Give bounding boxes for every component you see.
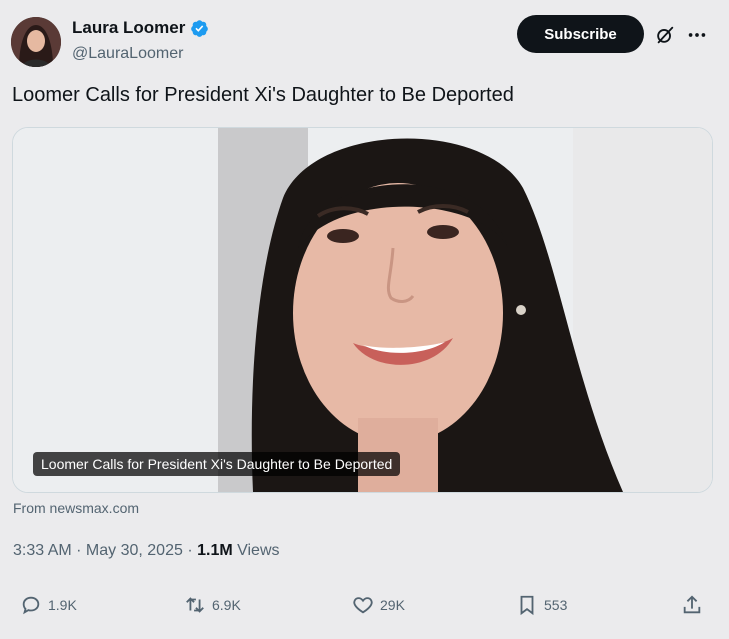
repost-button[interactable]: 6.9K [184, 594, 241, 616]
repost-count: 6.9K [212, 597, 241, 613]
author-name[interactable]: Laura Loomer [72, 18, 185, 38]
meta-separator: · [71, 542, 86, 559]
like-count: 29K [380, 597, 405, 613]
verified-badge-icon [191, 19, 209, 37]
views-count[interactable]: 1.1M [197, 542, 233, 559]
meta-separator: · [182, 542, 198, 559]
bookmark-button[interactable]: 553 [516, 594, 567, 616]
link-card-media[interactable]: Loomer Calls for President Xi's Daughter… [12, 127, 713, 493]
post-text: Loomer Calls for President Xi's Daughter… [12, 84, 514, 106]
like-button[interactable]: 29K [352, 594, 405, 616]
author-name-row[interactable]: Laura Loomer [72, 18, 209, 38]
post-time[interactable]: 3:33 AM [13, 542, 72, 559]
grok-icon[interactable] [654, 24, 676, 46]
heart-icon [353, 597, 373, 614]
post-card: Laura Loomer @LauraLoomer Subscribe Loom… [0, 0, 729, 639]
subscribe-button[interactable]: Subscribe [517, 15, 644, 53]
action-bar: 1.9K 6.9K 29K 553 [0, 594, 729, 624]
views-label: Views [232, 542, 280, 559]
share-icon [683, 595, 701, 614]
bookmark-icon [520, 595, 534, 616]
avatar[interactable] [11, 17, 61, 67]
post-date[interactable]: May 30, 2025 [86, 542, 183, 559]
bookmark-count: 553 [544, 597, 568, 613]
article-photo [13, 128, 712, 492]
reply-button[interactable]: 1.9K [20, 594, 77, 616]
author-handle[interactable]: @LauraLoomer [72, 45, 183, 63]
link-source[interactable]: From newsmax.com [13, 500, 139, 516]
media-caption: Loomer Calls for President Xi's Daughter… [33, 452, 401, 476]
more-icon[interactable] [686, 24, 708, 46]
post-meta: 3:33 AM · May 30, 2025 · 1.1M Views [13, 542, 280, 560]
share-button[interactable] [681, 594, 703, 616]
reply-icon [22, 596, 40, 615]
reply-count: 1.9K [48, 597, 77, 613]
repost-icon [186, 597, 204, 613]
